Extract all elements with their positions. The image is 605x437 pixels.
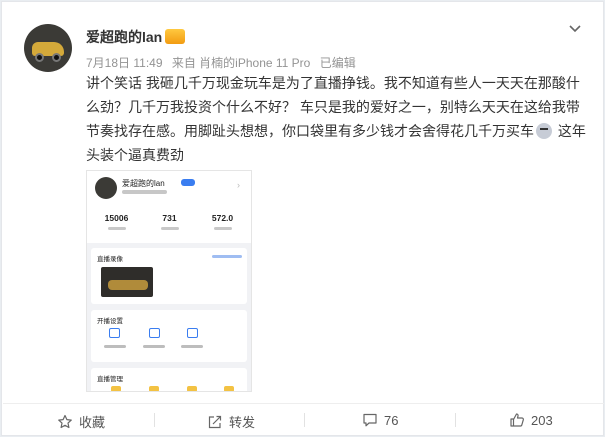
manage-icon [224,386,234,391]
author-avatar[interactable] [24,24,72,72]
stat-label-placeholder [160,227,179,230]
post-source: 来自 肖楠的iPhone 11 Pro [171,56,311,70]
post-text-line: 讲个笑话 我砸几千万现金玩车是为了直播挣钱。我不知道有些人一天天在那酸什 [86,75,580,91]
favorite-button[interactable]: 收藏 [57,412,105,431]
stat-label-placeholder [213,227,232,230]
avatar-wheel [52,53,61,62]
action-separator [304,413,305,427]
setting-icon [149,328,160,338]
panel-title: 开播设置 [97,318,123,325]
manage-icon [187,386,197,391]
screenshot-settings-panel: 开播设置 [91,310,247,362]
edited-label[interactable]: 已编辑 [320,56,356,70]
comment-icon [363,413,377,427]
setting-label [181,345,203,348]
repost-label: 转发 [229,415,256,430]
author-name[interactable]: 爱超跑的lan [86,27,162,47]
screenshot-name: 爱超跑的lan [122,179,165,188]
like-button[interactable]: 203 [509,412,553,428]
screenshot-manage-panel: 直播管理 [91,368,247,391]
comment-button[interactable]: 76 [362,412,398,428]
screenshot-badge-icon [181,179,195,186]
repost-button[interactable]: 转发 [207,412,255,431]
action-bar-divider [3,403,604,404]
star-icon [58,414,72,428]
screenshot-live-panel: 直播录像 [91,248,247,304]
video-thumbnail [101,267,153,297]
setting-label [104,345,126,348]
post-text-line: 么劲？几千万我投资个什么不好？ 车只是我的爱好之一，别特么天天在这给我带 [86,99,580,115]
screenshot-avatar [95,177,117,199]
face-emoji-icon [536,123,552,139]
panel-title: 直播管理 [97,376,123,383]
post-text-line: 头装个逼真费劲 [86,147,184,163]
post-date[interactable]: 7月18日 11:49 [86,56,163,70]
like-count: 203 [531,412,553,428]
favorite-label: 收藏 [79,415,106,430]
panel-title: 直播录像 [97,256,123,263]
screenshot-stat: 15006 [89,213,144,230]
attached-screenshot[interactable]: 爱超跑的lan › 15006 731 572.0 直播录像 开播设置 直播管理 [86,170,252,392]
manage-icon [149,386,159,391]
post-text-line: 节奏找存在感。用脚趾头想想，你口袋里有多少钱才会舍得花几千万买车 这年 [86,119,591,143]
post-text-line-3-tail: 这年 [554,123,586,139]
stat-value: 731 [162,213,177,223]
panel-link [212,255,242,258]
setting-label [143,345,165,348]
screenshot-stat: 731 [142,213,197,230]
stat-label-placeholder [107,227,126,230]
chevron-down-icon[interactable] [569,20,581,36]
stat-value: 15006 [104,213,129,223]
screenshot-stat: 572.0 [195,213,250,230]
chevron-right-icon: › [237,180,240,190]
manage-icon [111,386,121,391]
setting-icon [187,328,198,338]
screenshot-profile-header: 爱超跑的lan › 15006 731 572.0 [87,171,251,243]
stat-value: 572.0 [211,213,234,223]
comment-count: 76 [384,412,399,428]
setting-icon [109,328,120,338]
thumbnail-car-image [108,280,148,290]
action-separator [154,413,155,427]
vip-badge-icon[interactable] [165,29,185,44]
action-separator [455,413,456,427]
post-body: 讲个笑话 我砸几千万现金玩车是为了直播挣钱。我不知道有些人一天天在那酸什 么劲？… [86,71,591,167]
repost-icon [208,415,222,428]
weibo-post-card: 爱超跑的lan 7月18日 11:49 来自 肖楠的iPhone 11 Pro … [1,1,604,436]
avatar-wheel [35,53,44,62]
post-meta: 7月18日 11:49 来自 肖楠的iPhone 11 Pro 已编辑 [86,54,362,71]
post-text-line-3: 节奏找存在感。用脚趾头想想，你口袋里有多少钱才会舍得花几千万买车 [86,123,534,139]
screenshot-subtitle [122,190,167,194]
thumbs-up-icon [510,413,524,427]
